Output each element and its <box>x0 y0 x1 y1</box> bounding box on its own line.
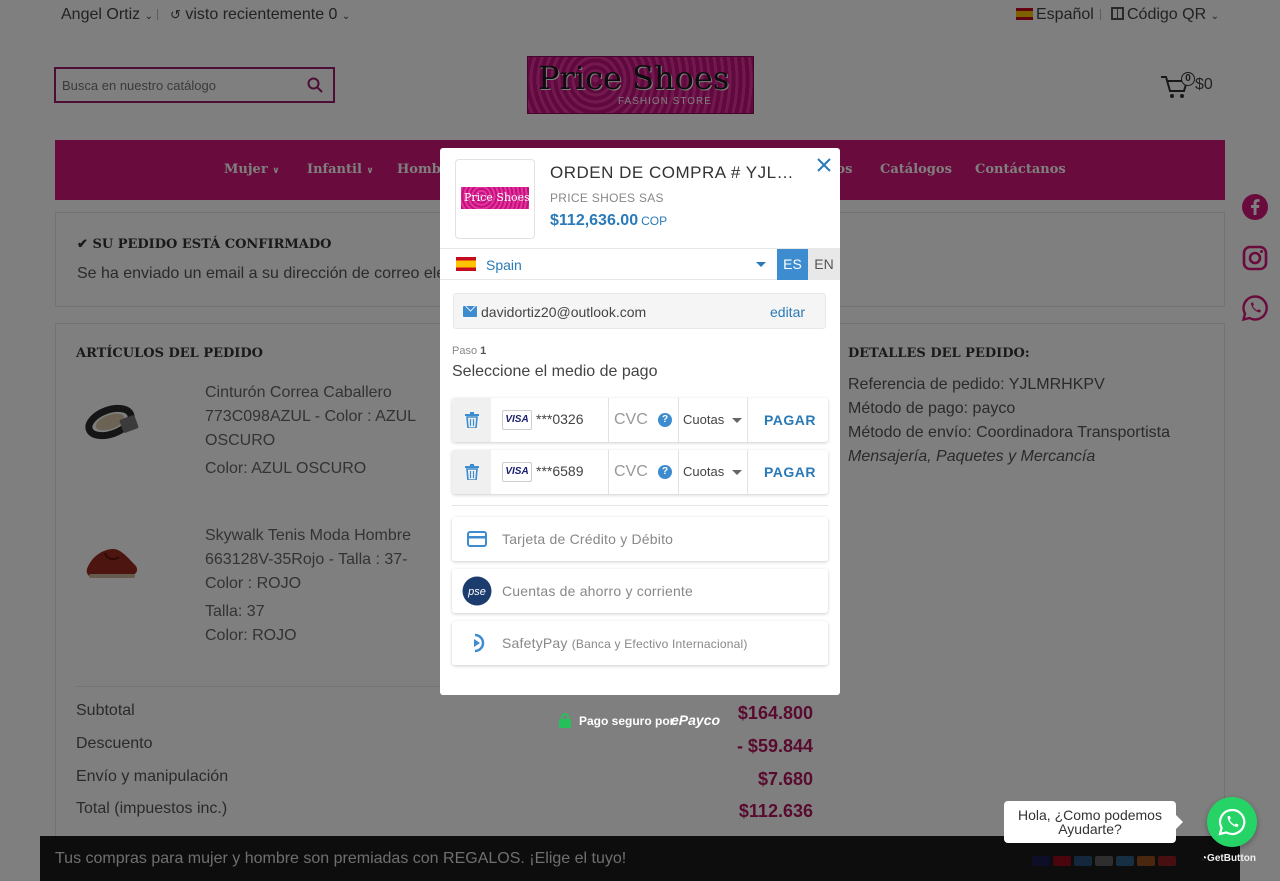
bubble-line: Hola, ¿Como podemos <box>1018 807 1162 823</box>
saved-card-row: VISA ***0326 CVC ? Cuotas PAGAR <box>452 398 828 442</box>
email-value: davidortiz20@outlook.com <box>481 304 647 320</box>
merchant-logo-text: Price Shoes <box>464 191 530 204</box>
currency-code: COP <box>641 214 668 228</box>
amount-value: $112,636.00 <box>550 212 639 229</box>
method-safetypay[interactable]: SafetyPay (Banca y Efectivo Internaciona… <box>452 621 828 665</box>
visa-icon: VISA <box>502 462 532 482</box>
method-label: Cuentas de ahorro y corriente <box>502 583 694 599</box>
close-icon[interactable] <box>816 157 832 173</box>
trash-icon <box>465 464 479 480</box>
merchant-name: PRICE SHOES SAS <box>550 191 664 205</box>
lock-icon <box>559 713 571 728</box>
getbutton-brand[interactable]: ◔GetButton <box>1201 853 1256 864</box>
country-language-row: Spain ES EN <box>440 248 840 280</box>
pse-icon-text: pse <box>467 586 486 598</box>
divider <box>678 398 679 442</box>
pse-icon: pse <box>462 576 492 606</box>
merchant-logo: Price Shoes <box>455 159 535 239</box>
divider <box>678 450 679 494</box>
merchant-logo-image: Price Shoes <box>461 187 530 209</box>
card-number: ***6589 <box>536 463 584 479</box>
bubble-line: Ayudarte? <box>1058 821 1122 837</box>
whatsapp-chat-bubble[interactable]: Hola, ¿Como podemos Ayudarte? <box>1004 801 1183 843</box>
help-icon[interactable]: ? <box>658 413 672 427</box>
language-en-button[interactable]: EN <box>808 249 840 280</box>
caret-down-icon[interactable] <box>756 262 766 267</box>
divider <box>452 505 828 506</box>
cvc-input[interactable]: CVC <box>614 463 648 481</box>
visa-icon: VISA <box>502 410 532 430</box>
step-title: Seleccione el medio de pago <box>452 363 658 380</box>
divider <box>747 450 748 494</box>
envelope-icon <box>463 306 477 317</box>
edit-email-link[interactable]: editar <box>770 304 805 320</box>
email-row: davidortiz20@outlook.com editar <box>453 293 826 329</box>
delete-card-button[interactable] <box>452 398 491 442</box>
method-credit-card[interactable]: Tarjeta de Crédito y Débito <box>452 517 828 561</box>
secure-payment-text: Pago seguro por <box>579 714 675 728</box>
installments-select[interactable]: Cuotas <box>683 464 724 479</box>
language-es-button[interactable]: ES <box>777 249 808 280</box>
caret-down-icon <box>732 418 742 423</box>
whatsapp-button[interactable] <box>1207 797 1257 847</box>
getbutton-label: GetButton <box>1207 853 1256 864</box>
method-label-sub: (Banca y Efectivo Internacional) <box>571 637 748 651</box>
cvc-input[interactable]: CVC <box>614 411 648 429</box>
spain-flag-icon <box>456 257 476 271</box>
order-title: ORDEN DE COMPRA # YJLMRHKPV <box>550 163 805 182</box>
installments-select[interactable]: Cuotas <box>683 412 724 427</box>
credit-card-icon <box>467 531 487 547</box>
method-label: Tarjeta de Crédito y Débito <box>502 531 674 547</box>
delete-card-button[interactable] <box>452 450 491 494</box>
country-select[interactable]: Spain <box>486 257 522 273</box>
card-number: ***0326 <box>536 411 584 427</box>
step-number: 1 <box>480 345 487 357</box>
step-label: Paso <box>452 345 478 357</box>
method-label-main: SafetyPay <box>502 635 568 651</box>
payment-modal: Price Shoes ORDEN DE COMPRA # YJLMRHKPV … <box>440 148 840 695</box>
help-icon[interactable]: ? <box>658 465 672 479</box>
safetypay-icon <box>474 633 485 653</box>
epayco-logo: ePayco <box>671 712 721 728</box>
divider <box>608 398 609 442</box>
trash-icon <box>465 412 479 428</box>
order-amount: $112,636.00 COP <box>550 212 667 230</box>
step-indicator: Paso 1 <box>452 345 486 357</box>
divider <box>608 450 609 494</box>
whatsapp-icon <box>1218 808 1246 836</box>
caret-down-icon <box>732 470 742 475</box>
divider <box>747 398 748 442</box>
pay-button[interactable]: PAGAR <box>764 464 816 480</box>
pay-button[interactable]: PAGAR <box>764 412 816 428</box>
method-bank-account[interactable]: pse Cuentas de ahorro y corriente <box>452 569 828 613</box>
method-label: SafetyPay (Banca y Efectivo Internaciona… <box>502 635 748 651</box>
saved-card-row: VISA ***6589 CVC ? Cuotas PAGAR <box>452 450 828 494</box>
